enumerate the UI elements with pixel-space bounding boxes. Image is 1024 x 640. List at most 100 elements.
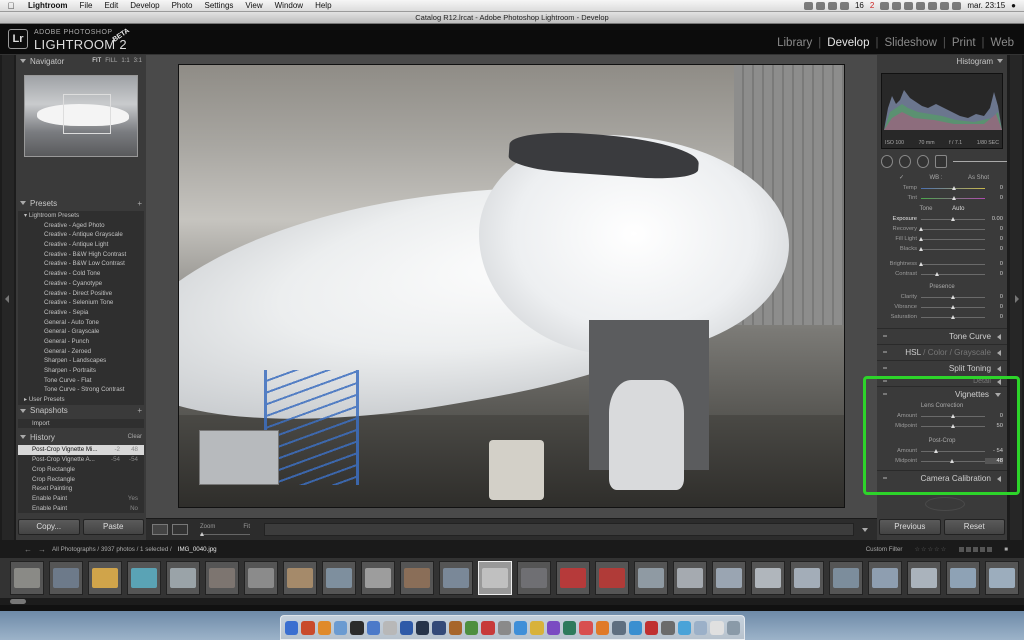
history-item[interactable]: Enable Paint Yes <box>18 494 144 504</box>
filmstrip-thumbnail[interactable] <box>400 561 434 595</box>
mail-count-badge[interactable]: 16 <box>855 1 864 10</box>
preset-item[interactable]: Creative - Cold Tone <box>18 269 144 279</box>
dock-app-icon[interactable] <box>612 620 626 635</box>
copy-button[interactable]: Copy... <box>18 519 80 535</box>
dock-app-icon[interactable] <box>710 620 724 635</box>
preset-item[interactable]: General - Zeroed <box>18 347 144 357</box>
preset-item[interactable]: Creative - B&W High Contrast <box>18 250 144 260</box>
filmstrip-thumbnail[interactable] <box>88 561 122 595</box>
white-balance-row[interactable]: ✓ WB : As Shot <box>881 174 1003 183</box>
menu-window[interactable]: Window <box>269 1 309 10</box>
before-after-button[interactable] <box>172 524 188 535</box>
filmstrip-thumbnail[interactable] <box>478 561 512 595</box>
menubar-clock[interactable]: mar. 23:15 <box>967 1 1005 10</box>
temp-slider[interactable]: Temp 0 <box>881 183 1003 193</box>
filmstrip-thumbnail[interactable] <box>283 561 317 595</box>
filmstrip-thumbnail[interactable] <box>907 561 941 595</box>
paste-button[interactable]: Paste <box>82 519 144 535</box>
filmstrip-thumbnail[interactable] <box>946 561 980 595</box>
dock-app-icon[interactable] <box>661 620 675 635</box>
dock-app-icon[interactable] <box>383 620 397 635</box>
loupe-view-button[interactable] <box>152 524 168 535</box>
filmstrip-thumbnail[interactable] <box>517 561 551 595</box>
preset-item[interactable]: Creative - Aged Photo <box>18 221 144 231</box>
wb-eyedropper-icon[interactable]: ✓ <box>899 174 904 183</box>
gmail-count-badge[interactable]: 2 <box>870 1 874 10</box>
recovery-slider[interactable]: Recovery 0 <box>881 224 1003 234</box>
preset-group-lightroom[interactable]: ▾ Lightroom Presets <box>18 211 144 221</box>
filmstrip-thumbnail[interactable] <box>751 561 785 595</box>
filmstrip-thumbnail[interactable] <box>790 561 824 595</box>
history-item[interactable]: Post-Crop Vignette A... -54 -54 <box>18 455 144 465</box>
preset-item[interactable]: Creative - Direct Positive <box>18 289 144 299</box>
filmstrip-scrollbar[interactable] <box>8 598 1016 605</box>
wb-value[interactable]: As Shot <box>968 174 989 183</box>
presets-header[interactable]: Presets + <box>16 197 146 209</box>
preset-item[interactable]: Sharpen - Landscapes <box>18 356 144 366</box>
post-crop-amount-slider[interactable]: Amount - 54 <box>881 446 1003 456</box>
filmstrip-thumbnail[interactable] <box>595 561 629 595</box>
filmstrip-thumbnail[interactable] <box>322 561 356 595</box>
dock-app-icon[interactable] <box>595 620 610 635</box>
dock-app-icon[interactable] <box>448 620 462 635</box>
preset-item[interactable]: Sharpen - Portraits <box>18 366 144 376</box>
lens-amount-slider[interactable]: Amount 0 <box>881 411 1003 421</box>
preset-item[interactable]: Creative - Sepia <box>18 308 144 318</box>
menu-photo[interactable]: Photo <box>166 1 199 10</box>
preset-item[interactable]: Creative - Antique Grayscale <box>18 230 144 240</box>
zoom-1-1[interactable]: 1:1 <box>121 58 129 64</box>
filmstrip-thumbnail[interactable] <box>205 561 239 595</box>
preset-item[interactable]: Creative - Cyanotype <box>18 279 144 289</box>
tone-curve-header[interactable]: Tone Curve <box>877 328 1007 344</box>
apple-menu-icon[interactable]:  <box>0 1 22 11</box>
menu-view[interactable]: View <box>239 1 268 10</box>
adjustment-brush-icon[interactable] <box>934 155 947 168</box>
zoom-fit[interactable]: FIT <box>92 58 101 64</box>
exposure-slider[interactable]: Exposure 0.00 <box>881 214 1004 224</box>
dock-app-icon[interactable] <box>399 620 413 635</box>
menu-help[interactable]: Help <box>309 1 337 10</box>
brightness-slider[interactable]: Brightness 0 <box>881 259 1003 269</box>
menubar-tray-icons[interactable] <box>803 1 849 10</box>
history-item[interactable]: Crop Rectangle <box>18 465 144 475</box>
split-toning-header[interactable]: Split Toning <box>877 360 1007 376</box>
dock-app-icon[interactable] <box>350 620 364 635</box>
filmstrip-thumbnail[interactable] <box>556 561 590 595</box>
filmstrip-thumbnail[interactable] <box>361 561 395 595</box>
filmstrip-thumbnail[interactable] <box>634 561 668 595</box>
hsl-header[interactable]: HSL / Color / Grayscale <box>877 344 1007 360</box>
module-print[interactable]: Print <box>952 37 976 49</box>
add-snapshot-icon[interactable]: + <box>137 406 142 415</box>
dock-app-icon[interactable] <box>366 620 381 635</box>
filmstrip-filename[interactable]: IMG_0040.jpg <box>178 546 217 553</box>
preset-item[interactable]: General - Grayscale <box>18 327 144 337</box>
saturation-slider[interactable]: Saturation 0 <box>881 312 1003 322</box>
navigator-preview[interactable] <box>24 75 138 157</box>
dock-app-icon[interactable] <box>317 620 332 635</box>
blacks-slider[interactable]: Blacks 0 <box>881 244 1003 254</box>
zoom-fill[interactable]: FILL <box>105 58 117 64</box>
red-eye-tool-icon[interactable] <box>916 155 929 168</box>
tint-slider[interactable]: Tint 0 <box>881 193 1003 203</box>
filmstrip-menu-icon[interactable]: ■ <box>1004 546 1008 553</box>
dock-app-icon[interactable] <box>644 620 659 635</box>
contrast-slider[interactable]: Contrast 0 <box>881 269 1003 279</box>
filmstrip-thumbnail[interactable] <box>868 561 902 595</box>
dock-app-icon[interactable] <box>464 620 479 635</box>
dock-app-icon[interactable] <box>285 620 299 635</box>
forward-arrow-icon[interactable]: → <box>38 545 46 554</box>
spotlight-icon[interactable]: ● <box>1011 1 1016 10</box>
reset-button[interactable]: Reset <box>943 519 1005 535</box>
menu-lightroom[interactable]: Lightroom <box>22 1 74 10</box>
filmstrip-thumbnail[interactable] <box>673 561 707 595</box>
snapshot-item[interactable]: Import <box>18 419 144 429</box>
preset-item[interactable]: Creative - Selenium Tone <box>18 298 144 308</box>
dock-app-icon[interactable] <box>677 620 691 635</box>
lens-midpoint-slider[interactable]: Midpoint 50 <box>881 421 1003 431</box>
menubar-status-icons[interactable] <box>880 1 962 10</box>
dock-app-icon[interactable] <box>497 620 512 635</box>
history-clear-button[interactable]: Clear <box>128 434 142 440</box>
vignettes-header[interactable]: Vignettes <box>877 386 1007 402</box>
histogram[interactable]: ISO 100 70 mm f / 7.1 1/80 SEC <box>881 73 1003 149</box>
navigator-header[interactable]: Navigator FIT FILL 1:1 3:1 <box>16 55 146 67</box>
